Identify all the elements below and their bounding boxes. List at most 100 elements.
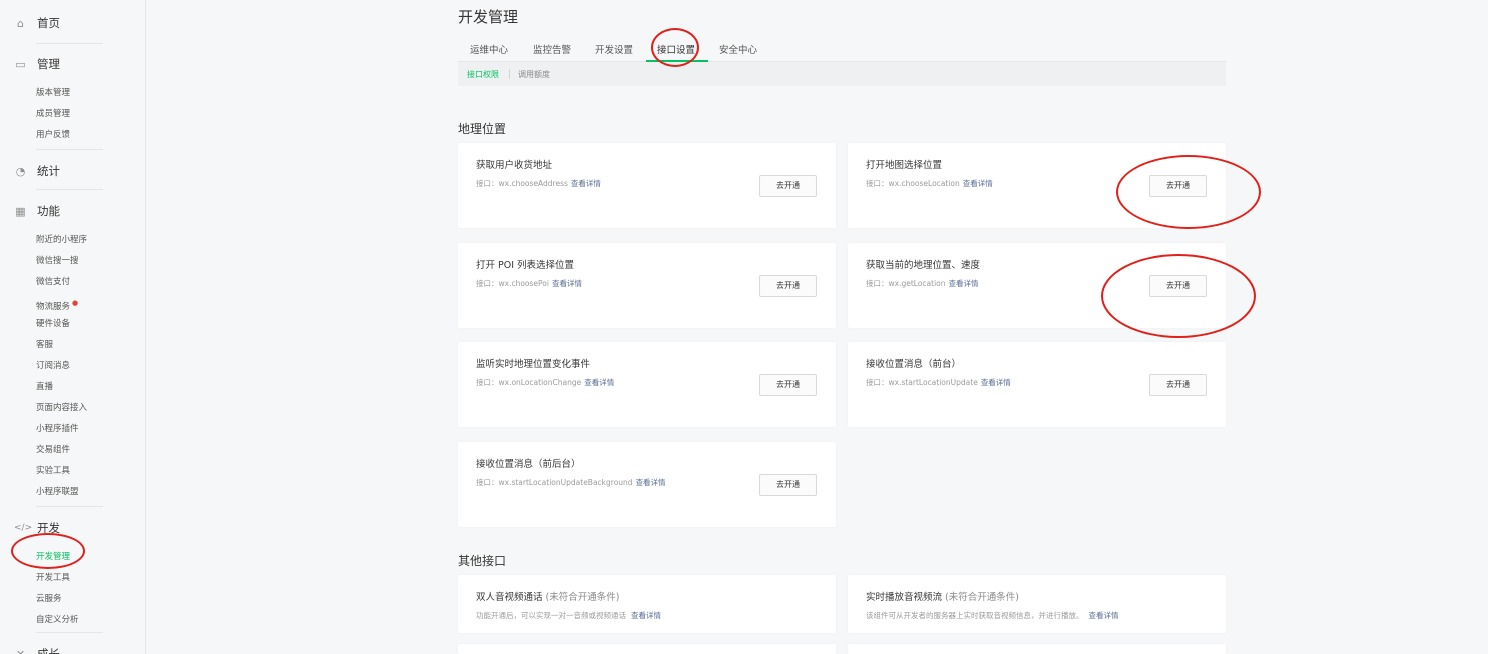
- card-status: (未符合开通条件): [945, 592, 1019, 603]
- card-title: 打开地图选择位置: [866, 160, 943, 171]
- card-desc: 接口：wx.startLocationUpdate 查看详情: [866, 377, 1011, 388]
- sidebar-item-content[interactable]: 页面内容接入: [0, 398, 146, 419]
- nav-growth[interactable]: ✕ 成长: [0, 644, 146, 654]
- nav-features-label: 功能: [37, 204, 60, 218]
- card-desc: 接口：wx.onLocationChange 查看详情: [476, 377, 614, 388]
- sidebar-item-union[interactable]: 小程序联盟: [0, 482, 146, 503]
- card-desc: 接口：wx.getLocation 查看详情: [866, 278, 979, 289]
- card-title: 获取当前的地理位置、速度: [866, 260, 981, 271]
- sidebar-item-logistics[interactable]: 物流服务 ●: [0, 293, 146, 314]
- sidebar-item-plugin[interactable]: 小程序插件: [0, 419, 146, 440]
- card-title: 获取用户收货地址: [476, 160, 553, 171]
- sidebar-item-dev-tools[interactable]: 开发工具: [0, 568, 146, 589]
- enable-button[interactable]: 去开通: [759, 175, 817, 197]
- card-title: 打开 POI 列表选择位置: [476, 260, 575, 271]
- details-link[interactable]: 查看详情: [584, 378, 614, 387]
- details-link[interactable]: 查看详情: [949, 279, 979, 288]
- card-desc-text: 功能开通后，可以实现一对一音频或视频通话: [476, 611, 626, 620]
- home-icon: ⌂: [17, 16, 24, 30]
- sidebar-item-members[interactable]: 成员管理: [0, 104, 146, 125]
- sidebar-item-service[interactable]: 客服: [0, 335, 146, 356]
- divider: [36, 189, 103, 190]
- subtab-quota[interactable]: 调用额度: [518, 69, 550, 80]
- divider: [36, 149, 103, 150]
- api-name: wx.startLocationUpdateBackground: [498, 478, 633, 487]
- grid-icon: ▦: [15, 204, 26, 218]
- card-desc: 接口：wx.chooseLocation 查看详情: [866, 178, 993, 189]
- card-desc: 该组件可从开发者的服务器上实时获取音视频信息，并进行播放。 查看详情: [866, 610, 1119, 621]
- nav-home[interactable]: ⌂ 首页: [0, 13, 146, 33]
- tab-ops[interactable]: 运维中心: [470, 42, 508, 56]
- sidebar-item-subscribe[interactable]: 订阅消息: [0, 356, 146, 377]
- tab-security[interactable]: 安全中心: [719, 42, 757, 56]
- sidebar-item-analytics[interactable]: 自定义分析: [0, 610, 146, 631]
- api-name: wx.chooseAddress: [498, 179, 568, 188]
- api-card: 双人音视频通话 (未符合开通条件) 功能开通后，可以实现一对一音频或视频通话 查看…: [458, 575, 836, 633]
- card-desc: 接口：wx.chooseAddress 查看详情: [476, 178, 601, 189]
- details-link[interactable]: 查看详情: [571, 179, 601, 188]
- details-link[interactable]: 查看详情: [552, 279, 582, 288]
- api-prefix: 接口：: [476, 179, 499, 188]
- nav-home-label: 首页: [37, 16, 60, 30]
- sidebar-item-nearby[interactable]: 附近的小程序: [0, 230, 146, 251]
- details-link[interactable]: 查看详情: [1089, 611, 1119, 620]
- details-link[interactable]: 查看详情: [631, 611, 661, 620]
- api-card: 监听实时地理位置变化事件 接口：wx.onLocationChange 查看详情 …: [458, 342, 836, 427]
- sidebar-item-search[interactable]: 微信搜一搜: [0, 251, 146, 272]
- api-card: [458, 644, 836, 654]
- card-desc: 功能开通后，可以实现一对一音频或视频通话 查看详情: [476, 610, 661, 621]
- api-name: wx.chooseLocation: [888, 179, 960, 188]
- tab-bar: 运维中心 监控告警 开发设置 接口设置 安全中心: [458, 38, 1226, 62]
- card-title-text: 实时播放音视频流: [866, 592, 943, 603]
- details-link[interactable]: 查看详情: [636, 478, 666, 487]
- details-link[interactable]: 查看详情: [963, 179, 993, 188]
- nav-growth-label: 成长: [37, 647, 60, 654]
- sidebar-item-pay[interactable]: 微信支付: [0, 272, 146, 293]
- details-link[interactable]: 查看详情: [981, 378, 1011, 387]
- sidebar-item-trade[interactable]: 交易组件: [0, 440, 146, 461]
- api-card: 获取当前的地理位置、速度 接口：wx.getLocation 查看详情 去开通: [848, 243, 1226, 328]
- divider: [36, 632, 103, 633]
- enable-button[interactable]: 去开通: [759, 275, 817, 297]
- sidebar-item-version[interactable]: 版本管理: [0, 83, 146, 104]
- pie-chart-icon: ◔: [15, 164, 26, 178]
- sidebar-item-lab[interactable]: 实验工具: [0, 461, 146, 482]
- sidebar-item-dev-manage[interactable]: 开发管理: [0, 547, 146, 568]
- card-desc-text: 该组件可从开发者的服务器上实时获取音视频信息，并进行播放。: [866, 611, 1084, 620]
- card-title-text: 双人音视频通话: [476, 592, 543, 603]
- divider: [36, 506, 103, 507]
- api-prefix: 接口：: [866, 378, 889, 387]
- section-title-other: 其他接口: [458, 554, 507, 568]
- api-card: 实时播放音视频流 (未符合开通条件) 该组件可从开发者的服务器上实时获取音视频信…: [848, 575, 1226, 633]
- enable-button[interactable]: 去开通: [1149, 175, 1207, 197]
- card-title: 实时播放音视频流 (未符合开通条件): [866, 589, 1019, 603]
- enable-button[interactable]: 去开通: [759, 474, 817, 496]
- tab-dev-settings[interactable]: 开发设置: [595, 42, 633, 56]
- nav-manage-head[interactable]: ▭ 管理: [0, 54, 146, 74]
- api-prefix: 接口：: [866, 179, 889, 188]
- card-desc: 接口：wx.choosePoi 查看详情: [476, 278, 582, 289]
- nav-manage-label: 管理: [37, 57, 60, 71]
- nav-features: ▦ 功能 附近的小程序 微信搜一搜 微信支付 物流服务 ● 硬件设备 客服 订阅消息…: [0, 201, 146, 503]
- nav-stats-label: 统计: [37, 164, 60, 178]
- api-name: wx.choosePoi: [498, 279, 549, 288]
- enable-button[interactable]: 去开通: [1149, 374, 1207, 396]
- api-card: 打开 POI 列表选择位置 接口：wx.choosePoi 查看详情 去开通: [458, 243, 836, 328]
- api-card: 接收位置消息（前后台） 接口：wx.startLocationUpdateBac…: [458, 442, 836, 527]
- nav-features-head[interactable]: ▦ 功能: [0, 201, 146, 221]
- tab-monitor[interactable]: 监控告警: [533, 42, 571, 56]
- nav-dev-head[interactable]: </> 开发: [0, 518, 146, 538]
- card-title: 接收位置消息（前后台）: [476, 459, 581, 470]
- subtab-permissions[interactable]: 接口权限: [467, 69, 499, 80]
- sidebar-item-cloud[interactable]: 云服务: [0, 589, 146, 610]
- subtab-bar: 接口权限 调用额度: [458, 62, 1226, 86]
- sidebar-item-live[interactable]: 直播: [0, 377, 146, 398]
- nav-stats[interactable]: ◔ 统计: [0, 161, 146, 181]
- sidebar-item-feedback[interactable]: 用户反馈: [0, 125, 146, 146]
- tab-api-settings[interactable]: 接口设置: [657, 42, 695, 56]
- sidebar-item-hardware[interactable]: 硬件设备: [0, 314, 146, 335]
- enable-button[interactable]: 去开通: [759, 374, 817, 396]
- page-title: 开发管理: [458, 8, 519, 26]
- divider: [509, 69, 510, 79]
- enable-button[interactable]: 去开通: [1149, 275, 1207, 297]
